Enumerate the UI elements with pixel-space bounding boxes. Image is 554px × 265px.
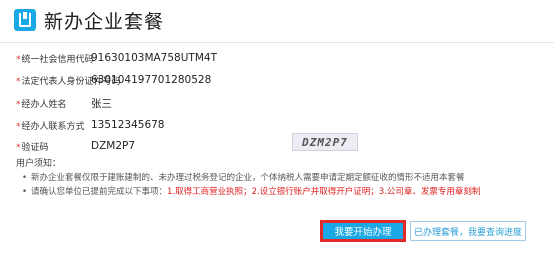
field-label: 验证码 (21, 142, 49, 153)
notice-text: 请确认您单位已提前完成以下事项： (31, 187, 168, 197)
field-captcha: *验证码 DZM2P7 (16, 139, 135, 153)
notice-line-2: • 请确认您单位已提前完成以下事项：1.取得工商营业执照；2.设立银行账户并取得开… (22, 185, 480, 197)
start-button[interactable]: 我要开始办理 (320, 220, 406, 242)
bullet-icon: • (22, 187, 28, 197)
required-marker: * (16, 76, 21, 87)
page-header: 新办企业套餐 (0, 0, 554, 42)
page-title: 新办企业套餐 (44, 11, 165, 33)
field-agent-name: *经办人姓名 张三 (16, 96, 112, 110)
captcha-input[interactable]: DZM2P7 (91, 140, 135, 152)
package-logo-icon (14, 9, 36, 31)
captcha-image[interactable]: DZM2P7 (292, 133, 358, 151)
field-credit-code: *统一社会信用代码 91630103MA758UTM4T (16, 51, 217, 65)
field-agent-phone: *经办人联系方式 13512345678 (16, 118, 165, 132)
agent-phone-input[interactable]: 13512345678 (91, 119, 165, 131)
field-label: 统一社会信用代码 (21, 54, 94, 65)
header-divider (0, 42, 554, 43)
required-marker: * (16, 142, 21, 153)
required-marker: * (16, 99, 21, 110)
query-progress-button[interactable]: 已办理套餐，我要查询进度 (410, 221, 526, 241)
bullet-icon: • (22, 173, 28, 183)
field-label: 经办人姓名 (21, 99, 67, 110)
field-label: 经办人联系方式 (21, 121, 85, 132)
notice-title: 用户须知： (16, 159, 62, 169)
notice-line-1: • 新办企业套餐仅限于建账建制的、未办理过税务登记的企业，个体纳税人需要申请定期定… (22, 171, 465, 183)
field-legal-id: *法定代表人身份证件号码 630104197701280528 (16, 73, 211, 87)
notice-text: 新办企业套餐仅限于建账建制的、未办理过税务登记的企业，个体纳税人需要申请定期定额… (31, 173, 465, 183)
legal-id-input[interactable]: 630104197701280528 (91, 74, 211, 86)
required-marker: * (16, 121, 21, 132)
required-marker: * (16, 54, 21, 65)
agent-name-input[interactable]: 张三 (91, 96, 112, 111)
credit-code-input[interactable]: 91630103MA758UTM4T (91, 52, 217, 64)
notice-requirements: 1.取得工商营业执照；2.设立银行账户并取得开户证明；3.公司章、发票专用章刻制 (167, 187, 481, 197)
